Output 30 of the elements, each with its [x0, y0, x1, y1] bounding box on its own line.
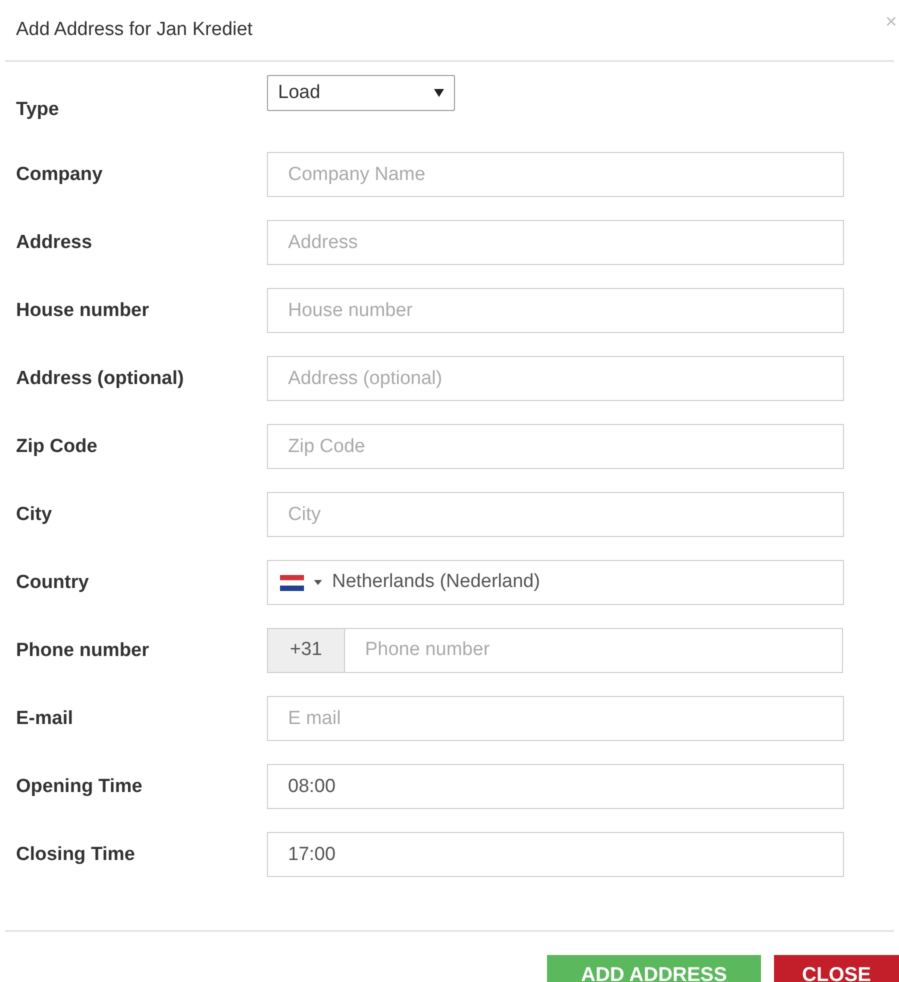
phone-field[interactable]: Phone number	[345, 628, 843, 673]
input-field[interactable]: Company Name	[267, 152, 844, 197]
field-label: Country	[16, 571, 90, 595]
field-label: Company	[16, 163, 104, 187]
close-button[interactable]: CLOSE	[774, 955, 899, 982]
field-label: City	[16, 503, 53, 527]
flag-icon	[280, 574, 304, 590]
field-label: Phone number	[16, 639, 150, 663]
input-field[interactable]: E mail	[267, 696, 844, 741]
field-label: Opening Time	[16, 775, 144, 799]
field-label: House number	[16, 299, 150, 323]
input-field[interactable]: 17:00	[267, 832, 844, 877]
field-label: Type	[16, 98, 60, 122]
input-field[interactable]: Address	[267, 220, 844, 265]
caret-icon	[314, 580, 322, 585]
caret-icon	[434, 89, 444, 97]
input-field[interactable]: City	[267, 492, 844, 537]
field-label: Address	[16, 231, 94, 255]
input-field[interactable]: Zip Code	[267, 424, 844, 469]
field-label: Address (optional)	[16, 367, 185, 391]
dialog-title: Add Address for Jan Krediet	[16, 18, 253, 42]
field-label: E-mail	[16, 707, 74, 731]
field-label: Zip Code	[16, 435, 98, 459]
input-field[interactable]: House number	[267, 288, 844, 333]
field-label: Closing Time	[16, 843, 136, 867]
input-field[interactable]: 08:00	[267, 764, 844, 809]
type-select[interactable]: Load	[267, 75, 455, 111]
country-code: +31	[267, 628, 345, 673]
country-select[interactable]: Netherlands (Nederland)	[267, 560, 844, 605]
input-field[interactable]: Address (optional)	[267, 356, 844, 401]
